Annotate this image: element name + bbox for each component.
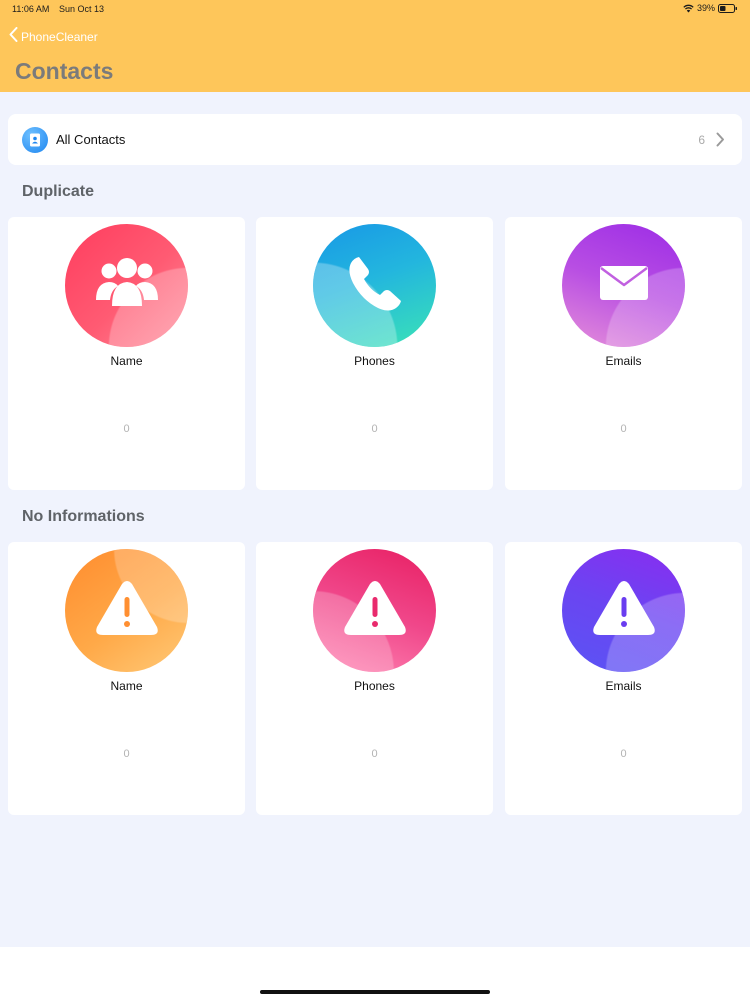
page-title: Contacts <box>15 58 114 84</box>
no-info-name-circle <box>65 549 188 672</box>
duplicate-emails-count: 0 <box>620 423 627 435</box>
battery-icon <box>718 3 738 13</box>
battery-percent: 39% <box>696 3 715 13</box>
contact-book-icon <box>22 127 48 153</box>
duplicate-name-card[interactable]: Name 0 <box>8 217 245 490</box>
duplicate-emails-circle <box>562 224 685 347</box>
duplicate-name-count: 0 <box>123 423 130 435</box>
duplicate-phones-count: 0 <box>371 423 378 435</box>
no-info-name-card[interactable]: Name 0 <box>8 542 245 815</box>
no-info-emails-label: Emails <box>605 679 642 693</box>
duplicate-phones-label: Phones <box>354 354 395 368</box>
all-contacts-label: All Contacts <box>56 132 126 147</box>
mail-icon <box>599 265 649 306</box>
chevron-right-icon <box>716 132 725 152</box>
warning-icon <box>94 579 160 642</box>
duplicate-name-label: Name <box>110 354 143 368</box>
no-info-phones-card[interactable]: Phones 0 <box>256 542 493 815</box>
duplicate-phones-card[interactable]: Phones 0 <box>256 217 493 490</box>
duplicate-name-circle <box>65 224 188 347</box>
users-icon <box>95 256 159 315</box>
no-info-name-count: 0 <box>123 748 130 760</box>
warning-icon <box>342 579 408 642</box>
warning-icon <box>591 579 657 642</box>
chevron-left-icon <box>9 27 18 47</box>
duplicate-phones-circle <box>313 224 436 347</box>
no-info-name-label: Name <box>110 679 143 693</box>
duplicate-emails-card[interactable]: Emails 0 <box>505 217 742 490</box>
section-title-no-informations: No Informations <box>22 508 145 525</box>
back-button-label: PhoneCleaner <box>21 30 98 44</box>
status-bar: 11:06 AM Sun Oct 13 39% <box>0 0 750 18</box>
phone-icon <box>345 253 405 318</box>
all-contacts-count: 6 <box>698 133 705 147</box>
no-info-emails-card[interactable]: Emails 0 <box>505 542 742 815</box>
section-title-duplicate: Duplicate <box>22 183 95 200</box>
no-info-emails-count: 0 <box>620 748 627 760</box>
no-info-phones-count: 0 <box>371 748 378 760</box>
no-info-phones-circle <box>313 549 436 672</box>
wifi-icon <box>683 4 694 13</box>
duplicate-emails-label: Emails <box>605 354 642 368</box>
navigation-header: 11:06 AM Sun Oct 13 39% PhoneCleaner Con… <box>0 0 750 92</box>
all-contacts-row[interactable]: All Contacts 6 <box>8 114 742 165</box>
no-info-phones-label: Phones <box>354 679 395 693</box>
status-date: Sun Oct 13 <box>59 4 105 14</box>
back-button[interactable]: PhoneCleaner <box>9 27 98 47</box>
no-info-emails-circle <box>562 549 685 672</box>
status-indicators: 39% <box>683 3 738 13</box>
home-indicator[interactable] <box>260 990 490 994</box>
status-time: 11:06 AM <box>12 4 50 14</box>
